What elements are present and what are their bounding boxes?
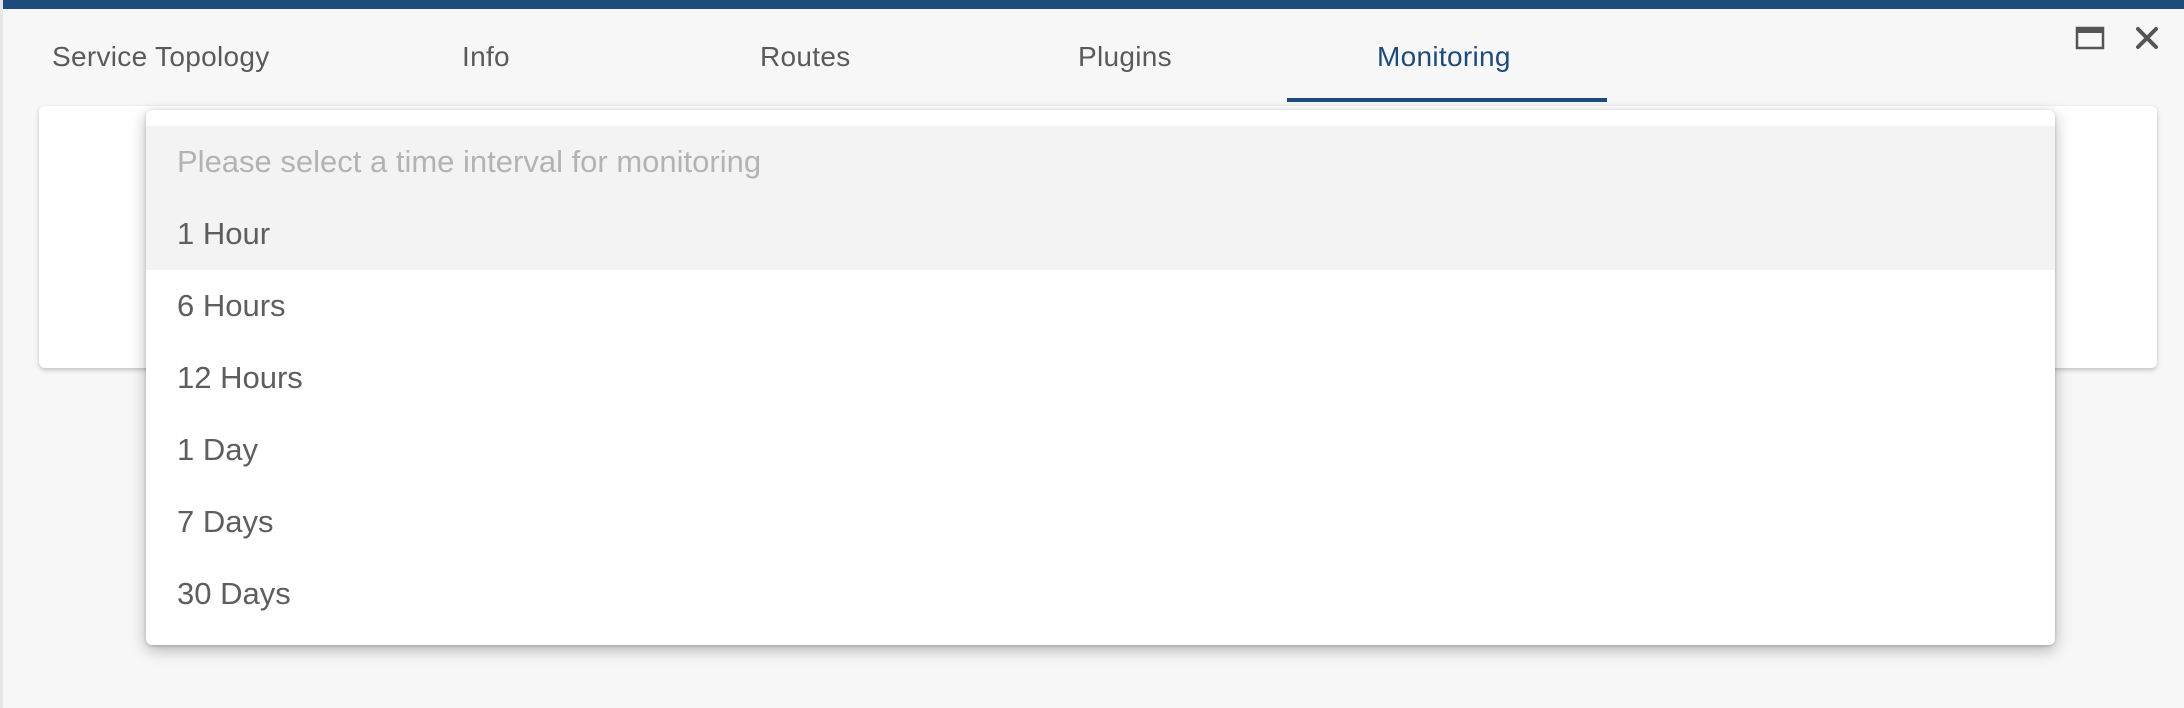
active-tab-indicator bbox=[1287, 98, 1607, 102]
time-interval-options: Please select a time interval for monito… bbox=[146, 126, 2055, 630]
tab-monitoring[interactable]: Monitoring bbox=[1377, 9, 1511, 104]
option-1-hour[interactable]: 1 Hour bbox=[146, 198, 2055, 270]
option-7-days[interactable]: 7 Days bbox=[146, 486, 2055, 558]
maximize-button[interactable] bbox=[2074, 22, 2106, 54]
tab-service-topology[interactable]: Service Topology bbox=[52, 9, 270, 104]
tab-bar: Service Topology Info Routes Plugins Mon… bbox=[3, 9, 2184, 104]
tab-routes[interactable]: Routes bbox=[760, 9, 851, 104]
option-1-day[interactable]: 1 Day bbox=[146, 414, 2055, 486]
time-interval-dropdown[interactable]: Please select a time interval for monito… bbox=[146, 110, 2055, 645]
dropdown-placeholder: Please select a time interval for monito… bbox=[146, 126, 2055, 198]
close-button[interactable] bbox=[2131, 22, 2163, 54]
tab-info[interactable]: Info bbox=[462, 9, 510, 104]
maximize-icon bbox=[2075, 26, 2105, 50]
option-12-hours[interactable]: 12 Hours bbox=[146, 342, 2055, 414]
close-icon bbox=[2136, 27, 2158, 49]
monitoring-window: Service Topology Info Routes Plugins Mon… bbox=[0, 0, 2184, 708]
option-6-hours[interactable]: 6 Hours bbox=[146, 270, 2055, 342]
window-accent-bar bbox=[3, 0, 2184, 9]
tab-plugins[interactable]: Plugins bbox=[1078, 9, 1172, 104]
option-30-days[interactable]: 30 Days bbox=[146, 558, 2055, 630]
